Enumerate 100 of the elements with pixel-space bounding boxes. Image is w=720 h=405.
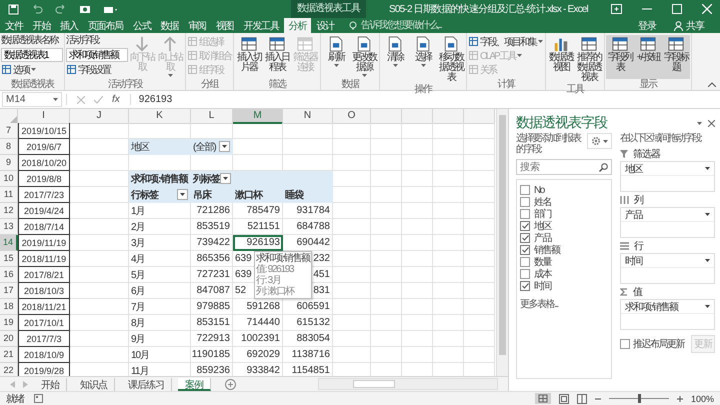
area-field-item[interactable]: 时间: [621, 254, 714, 268]
ribbon-button[interactable]: 移动数据透视表: [437, 35, 465, 84]
checkbox[interactable]: [520, 197, 530, 207]
input-field[interactable]: 数据透视表1: [1, 48, 63, 62]
checkbox[interactable]: [520, 185, 530, 195]
more-tables-link[interactable]: 更多表格...: [520, 297, 608, 311]
ribbon-button[interactable]: 字段列表: [606, 35, 634, 79]
row-header[interactable]: 8: [0, 139, 18, 155]
undo-icon[interactable]: [31, 4, 43, 14]
camera-icon[interactable]: [79, 4, 91, 14]
ribbon-button[interactable]: 选项: [1, 63, 63, 76]
scroll-thumb[interactable]: [499, 115, 506, 355]
add-sheet-icon[interactable]: [225, 378, 236, 390]
row-header[interactable]: 22: [0, 363, 18, 376]
checkbox[interactable]: [520, 245, 530, 255]
row-header[interactable]: 12: [0, 203, 18, 219]
tell-me-field[interactable]: 告诉我您想要做什么...: [360, 20, 471, 31]
row-header[interactable]: 11: [0, 187, 18, 203]
filter-dropdown-button[interactable]: [177, 189, 188, 200]
column-header[interactable]: N: [283, 109, 333, 124]
checkbox[interactable]: [520, 221, 530, 231]
ribbon-button[interactable]: 字段、项目和集: [468, 35, 544, 48]
save-icon[interactable]: [8, 4, 19, 14]
ribbon-tab[interactable]: 视图: [210, 18, 238, 33]
settings-button[interactable]: [587, 133, 612, 149]
ribbon-tab[interactable]: 分析: [284, 18, 312, 33]
input-field[interactable]: 求和项:销售额: [66, 48, 128, 62]
caret-icon[interactable]: [697, 122, 702, 124]
row-header[interactable]: 19: [0, 315, 18, 331]
ribbon-tab[interactable]: 文件: [0, 18, 28, 33]
column-header[interactable]: I: [18, 109, 70, 124]
filter-dropdown-button[interactable]: [220, 173, 231, 184]
ribbon-tab[interactable]: 页面布局: [82, 18, 128, 33]
scroll-thumb[interactable]: [353, 380, 395, 388]
ribbon-button[interactable]: 清除: [381, 35, 409, 84]
ribbon-tab[interactable]: 插入: [55, 18, 83, 33]
ribbon-button[interactable]: 插入日程表: [263, 35, 291, 79]
name-box[interactable]: M14: [2, 92, 62, 107]
zoom-level[interactable]: 100%: [690, 394, 714, 404]
sheet-tab[interactable]: 案例: [178, 378, 211, 390]
checkbox[interactable]: [620, 339, 630, 349]
column-header[interactable]: L: [191, 109, 233, 124]
row-header[interactable]: 13: [0, 219, 18, 235]
ribbon-options-icon[interactable]: [611, 4, 622, 14]
insert-function-button[interactable]: fx: [112, 94, 120, 105]
ribbon-button[interactable]: 数据透视图: [547, 35, 575, 84]
row-header[interactable]: 14: [0, 235, 18, 251]
macro-record-icon[interactable]: [34, 394, 43, 403]
ribbon-tab[interactable]: 开始: [28, 18, 56, 33]
area-field-item[interactable]: 产品: [621, 208, 714, 222]
area-field-item[interactable]: 地区: [621, 162, 714, 176]
ribbon-button[interactable]: 推荐的数据透视表: [575, 35, 603, 84]
row-header[interactable]: 16: [0, 267, 18, 283]
checkbox[interactable]: [520, 257, 530, 267]
page-break-icon[interactable]: [576, 394, 587, 404]
checkbox[interactable]: [520, 281, 530, 291]
row-header[interactable]: 21: [0, 347, 18, 363]
ribbon-tab[interactable]: 设计: [311, 18, 339, 33]
collapse-ribbon-icon[interactable]: [708, 82, 716, 87]
zoom-out-icon[interactable]: [594, 396, 601, 402]
ribbon-button[interactable]: 字段标题: [662, 35, 690, 79]
column-header[interactable]: J: [70, 109, 129, 124]
row-header[interactable]: 9: [0, 155, 18, 171]
ribbon-button[interactable]: 插入切片器: [235, 35, 263, 79]
normal-view-icon[interactable]: [534, 393, 551, 404]
page-layout-icon[interactable]: [558, 394, 569, 404]
sign-in-link[interactable]: 登录: [638, 18, 656, 32]
area-field-item[interactable]: 求和项:销售额: [621, 300, 714, 314]
ribbon-button[interactable]: 字段设置: [66, 63, 128, 76]
ribbon-tab[interactable]: 开发工具: [238, 18, 284, 33]
checkbox[interactable]: [520, 209, 530, 219]
ribbon-tab[interactable]: 公式: [128, 18, 156, 33]
row-header[interactable]: 15: [0, 251, 18, 267]
checkbox[interactable]: [520, 269, 530, 279]
ribbon-button[interactable]: 更改数据源: [350, 35, 378, 79]
ribbon-button[interactable]: +/- 按钮: [634, 35, 662, 79]
empty-cell: [70, 299, 129, 315]
row-header[interactable]: 20: [0, 331, 18, 347]
ribbon-tab[interactable]: 审阅: [183, 18, 211, 33]
ribbon-tab[interactable]: 数据: [156, 18, 184, 33]
ribbon-button[interactable]: 刷新: [322, 35, 350, 79]
filter-dropdown-button[interactable]: [219, 141, 230, 152]
row-header[interactable]: 17: [0, 283, 18, 299]
search-field[interactable]: 搜索: [516, 159, 612, 175]
redo-icon[interactable]: [55, 4, 67, 14]
column-header[interactable]: K: [129, 109, 191, 124]
check-icon[interactable]: [94, 96, 103, 104]
share-button[interactable]: 共享: [668, 18, 710, 33]
vertical-scrollbar[interactable]: [496, 109, 508, 376]
checkbox[interactable]: [520, 233, 530, 243]
close-icon[interactable]: [708, 120, 715, 126]
ribbon-button[interactable]: 选择: [409, 35, 437, 84]
row-header[interactable]: 10: [0, 171, 18, 187]
row-header[interactable]: 7: [0, 123, 18, 139]
column-header[interactable]: O: [333, 109, 371, 124]
horizontal-scrollbar[interactable]: [318, 378, 498, 390]
zoom-in-icon[interactable]: [676, 396, 683, 402]
row-header[interactable]: 18: [0, 299, 18, 315]
maximize-icon[interactable]: [672, 4, 682, 14]
column-header[interactable]: M: [233, 109, 283, 124]
